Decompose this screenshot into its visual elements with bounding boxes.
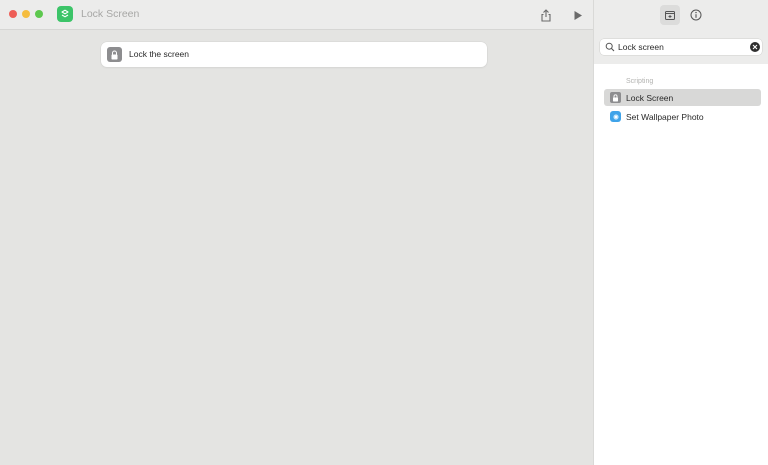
window-title: Lock Screen	[81, 8, 140, 20]
result-item-lock-screen[interactable]: Lock Screen	[604, 89, 761, 106]
wallpaper-icon	[610, 111, 621, 122]
clear-search-button[interactable]	[750, 42, 760, 52]
sidebar-header	[594, 0, 768, 64]
result-item-label: Lock Screen	[626, 93, 674, 103]
tab-action-library[interactable]	[660, 5, 680, 25]
search-field[interactable]	[600, 39, 762, 55]
action-card-label: Lock the screen	[129, 49, 190, 59]
lock-icon	[107, 47, 122, 62]
clear-icon	[752, 44, 758, 50]
share-button[interactable]	[537, 6, 555, 24]
share-icon	[541, 8, 551, 22]
zoom-window-button[interactable]	[35, 10, 43, 18]
action-card-lock-screen[interactable]: Lock the screen	[101, 42, 487, 67]
search-icon	[605, 42, 615, 52]
tab-info[interactable]	[686, 5, 706, 25]
minimize-window-button[interactable]	[22, 10, 30, 18]
action-library-icon	[665, 11, 675, 20]
title-bar: Lock Screen	[0, 0, 593, 30]
info-icon	[690, 9, 702, 21]
play-icon	[574, 10, 582, 20]
shortcuts-app-icon	[57, 6, 73, 22]
editor-pane: Lock Screen Lock the screen	[0, 0, 593, 465]
result-item-label: Set Wallpaper Photo	[626, 112, 704, 122]
section-heading-scripting: Scripting	[626, 78, 654, 85]
lock-icon	[610, 92, 621, 103]
search-input[interactable]	[618, 40, 746, 54]
run-button[interactable]	[569, 6, 587, 24]
close-window-button[interactable]	[9, 10, 17, 18]
action-library-sidebar: Scripting Lock Screen Set Wallpaper Phot…	[593, 0, 768, 465]
result-item-set-wallpaper-photo[interactable]: Set Wallpaper Photo	[604, 108, 761, 125]
